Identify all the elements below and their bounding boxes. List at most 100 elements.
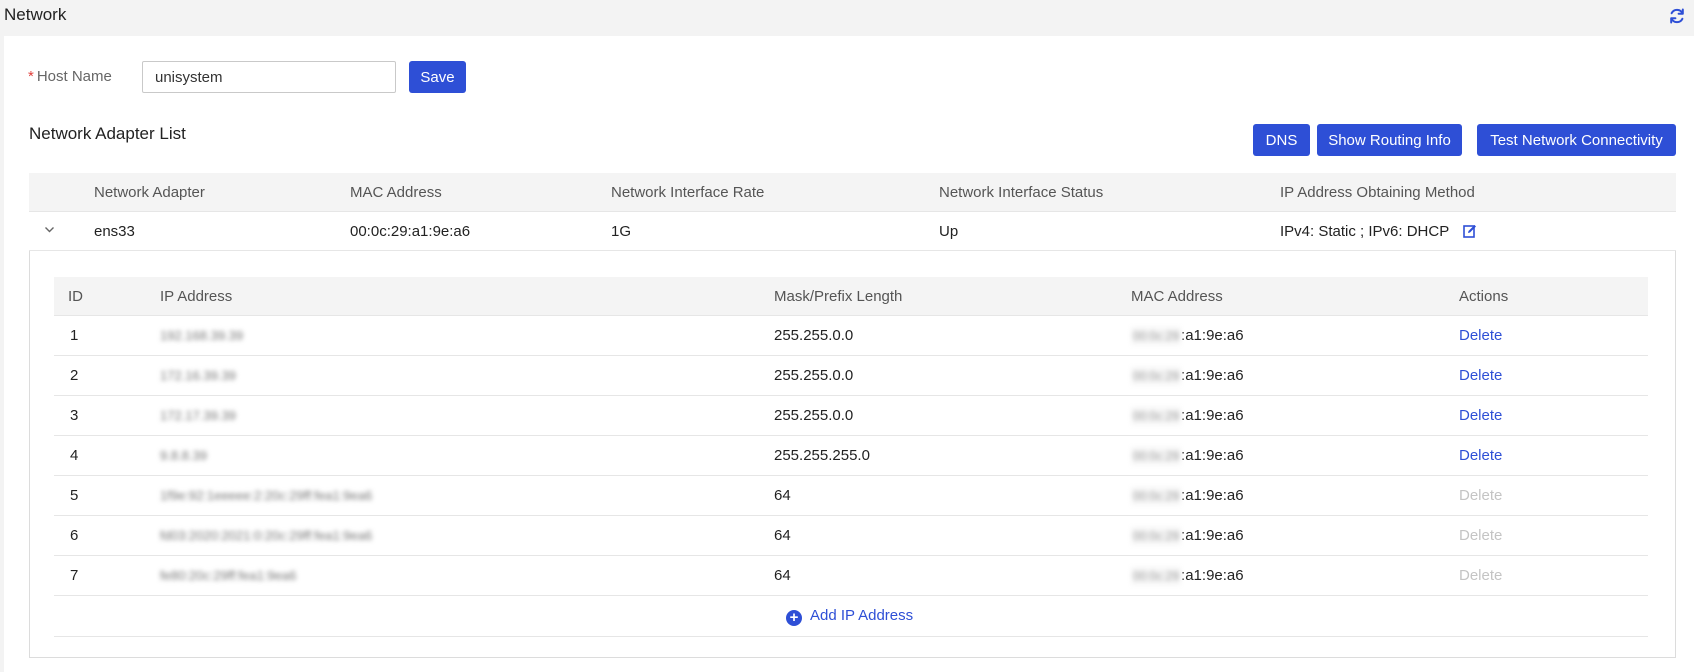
adapter-ip-method-text: IPv4: Static ; IPv6: DHCP (1280, 223, 1449, 240)
row-ip-blurred: 9.8.8.39 (160, 448, 207, 463)
row-ip: fd03:2020:2021:0:20c:29ff:fea1:9ea6 (160, 527, 372, 543)
col-interface-rate: Network Interface Rate (611, 184, 765, 201)
adapter-name: ens33 (94, 223, 135, 240)
row-mac-visible: :a1:9e:a6 (1181, 487, 1244, 504)
row-mac-visible: :a1:9e:a6 (1181, 327, 1244, 344)
delete-button[interactable]: Delete (1459, 327, 1502, 344)
row-mac-blurred: 00:0c:29 (1131, 407, 1182, 425)
row-mask: 255.255.0.0 (774, 407, 854, 424)
host-name-label: * Host Name (28, 68, 112, 85)
col-network-adapter: Network Adapter (94, 184, 205, 201)
adapter-table-header: Network Adapter MAC Address Network Inte… (29, 173, 1676, 212)
row-mask: 255.255.0.0 (774, 367, 854, 384)
add-ip-address-label: Add IP Address (810, 607, 914, 624)
row-ip: 172.17.39.39 (160, 407, 236, 423)
row-ip-blurred: 192.168.39.39 (160, 328, 244, 343)
required-mark: * (28, 68, 34, 85)
col-id: ID (68, 288, 83, 305)
edit-icon[interactable] (1463, 224, 1477, 238)
page-title: Network (4, 5, 67, 24)
show-routing-info-button[interactable]: Show Routing Info (1317, 124, 1462, 156)
row-id: 7 (70, 567, 79, 584)
row-id: 6 (70, 527, 79, 544)
row-mac: 00:0c:29:a1:9e:a6 (1131, 447, 1244, 465)
add-ip-address-button[interactable]: + Add IP Address (786, 607, 913, 626)
col-mask-prefix: Mask/Prefix Length (774, 288, 903, 305)
col-mac-address: MAC Address (350, 184, 442, 201)
col-ip-address: IP Address (160, 288, 233, 305)
delete-button[interactable]: Delete (1459, 367, 1502, 384)
plus-circle-icon: + (786, 610, 802, 626)
row-id: 5 (70, 487, 79, 504)
top-bar: Network (0, 0, 1694, 36)
row-ip: 9.8.8.39 (160, 447, 207, 463)
row-ip: 1f9e:92:1eeeee:2:20c:29ff:fea1:9ea6 (160, 487, 372, 503)
add-ip-row: + Add IP Address (54, 596, 1648, 637)
col-interface-status: Network Interface Status (939, 184, 1104, 201)
row-mac: 00:0c:29:a1:9e:a6 (1131, 327, 1244, 345)
table-row: 4 9.8.8.39 255.255.255.0 00:0c:29:a1:9e:… (54, 436, 1648, 476)
row-id: 2 (70, 367, 79, 384)
row-mask: 64 (774, 567, 791, 584)
adapter-mac: 00:0c:29:a1:9e:a6 (350, 223, 471, 240)
left-border (0, 36, 4, 672)
row-ip: 172.16.39.39 (160, 367, 236, 383)
table-row: 6 fd03:2020:2021:0:20c:29ff:fea1:9ea6 64… (54, 516, 1648, 556)
row-mask: 255.255.0.0 (774, 327, 854, 344)
delete-button[interactable]: Delete (1459, 407, 1502, 424)
row-mac-blurred: 00:0c:29 (1131, 447, 1182, 465)
dns-button[interactable]: DNS (1253, 124, 1310, 156)
row-mac-blurred: 00:0c:29 (1131, 527, 1182, 545)
row-id: 1 (70, 327, 79, 344)
row-mac-visible: :a1:9e:a6 (1181, 527, 1244, 544)
chevron-down-icon[interactable] (44, 226, 55, 234)
row-mac-visible: :a1:9e:a6 (1181, 447, 1244, 464)
row-mac: 00:0c:29:a1:9e:a6 (1131, 487, 1244, 505)
col-ip-obtaining-method: IP Address Obtaining Method (1280, 184, 1475, 201)
row-mac-visible: :a1:9e:a6 (1181, 567, 1244, 584)
row-ip-blurred: 172.17.39.39 (160, 408, 236, 423)
row-mac: 00:0c:29:a1:9e:a6 (1131, 367, 1244, 385)
test-network-connectivity-button[interactable]: Test Network Connectivity (1477, 124, 1676, 156)
row-ip-blurred: fe80:20c:29ff:fea1:9ea6 (160, 568, 297, 583)
table-row: 1 192.168.39.39 255.255.0.0 00:0c:29:a1:… (54, 316, 1648, 356)
delete-button[interactable]: Delete (1459, 447, 1502, 464)
row-mac-blurred: 00:0c:29 (1131, 487, 1182, 505)
table-row: 2 172.16.39.39 255.255.0.0 00:0c:29:a1:9… (54, 356, 1648, 396)
row-mask: 64 (774, 527, 791, 544)
table-row: 7 fe80:20c:29ff:fea1:9ea6 64 00:0c:29:a1… (54, 556, 1648, 596)
row-mac-blurred: 00:0c:29 (1131, 367, 1182, 385)
host-name-input[interactable] (142, 61, 396, 93)
table-row: 3 172.17.39.39 255.255.0.0 00:0c:29:a1:9… (54, 396, 1648, 436)
row-mask: 64 (774, 487, 791, 504)
col-ip-mac-address: MAC Address (1131, 288, 1223, 305)
host-name-label-text: Host Name (36, 68, 112, 85)
adapter-rate: 1G (611, 223, 632, 240)
row-ip-blurred: 172.16.39.39 (160, 368, 236, 383)
delete-button-disabled: Delete (1459, 487, 1503, 504)
row-mac-visible: :a1:9e:a6 (1181, 367, 1244, 384)
col-actions: Actions (1459, 288, 1509, 305)
save-button[interactable]: Save (409, 61, 466, 93)
row-mac: 00:0c:29:a1:9e:a6 (1131, 407, 1244, 425)
refresh-icon[interactable] (1668, 7, 1686, 25)
row-ip-blurred: fd03:2020:2021:0:20c:29ff:fea1:9ea6 (160, 528, 373, 543)
delete-button-disabled: Delete (1459, 567, 1503, 584)
row-ip: 192.168.39.39 (160, 327, 243, 343)
adapter-status: Up (939, 223, 959, 240)
row-mac: 00:0c:29:a1:9e:a6 (1131, 567, 1244, 585)
adapter-detail-panel: ID IP Address Mask/Prefix Length MAC Add… (29, 251, 1676, 658)
row-mac-blurred: 00:0c:29 (1131, 567, 1182, 585)
row-mask: 255.255.255.0 (774, 447, 870, 464)
delete-button-disabled: Delete (1459, 527, 1503, 544)
adapter-row[interactable]: ens33 00:0c:29:a1:9e:a6 1G Up IPv4: Stat… (29, 212, 1676, 251)
row-ip: fe80:20c:29ff:fea1:9ea6 (160, 567, 296, 583)
row-id: 3 (70, 407, 79, 424)
row-mac-blurred: 00:0c:29 (1131, 327, 1182, 345)
adapter-ip-method: IPv4: Static ; IPv6: DHCP (1280, 223, 1477, 240)
table-row: 5 1f9e:92:1eeeee:2:20c:29ff:fea1:9ea6 64… (54, 476, 1648, 516)
row-id: 4 (70, 447, 79, 464)
network-adapter-list-title: Network Adapter List (29, 124, 186, 143)
row-mac: 00:0c:29:a1:9e:a6 (1131, 527, 1244, 545)
ip-address-table: ID IP Address Mask/Prefix Length MAC Add… (54, 277, 1648, 637)
